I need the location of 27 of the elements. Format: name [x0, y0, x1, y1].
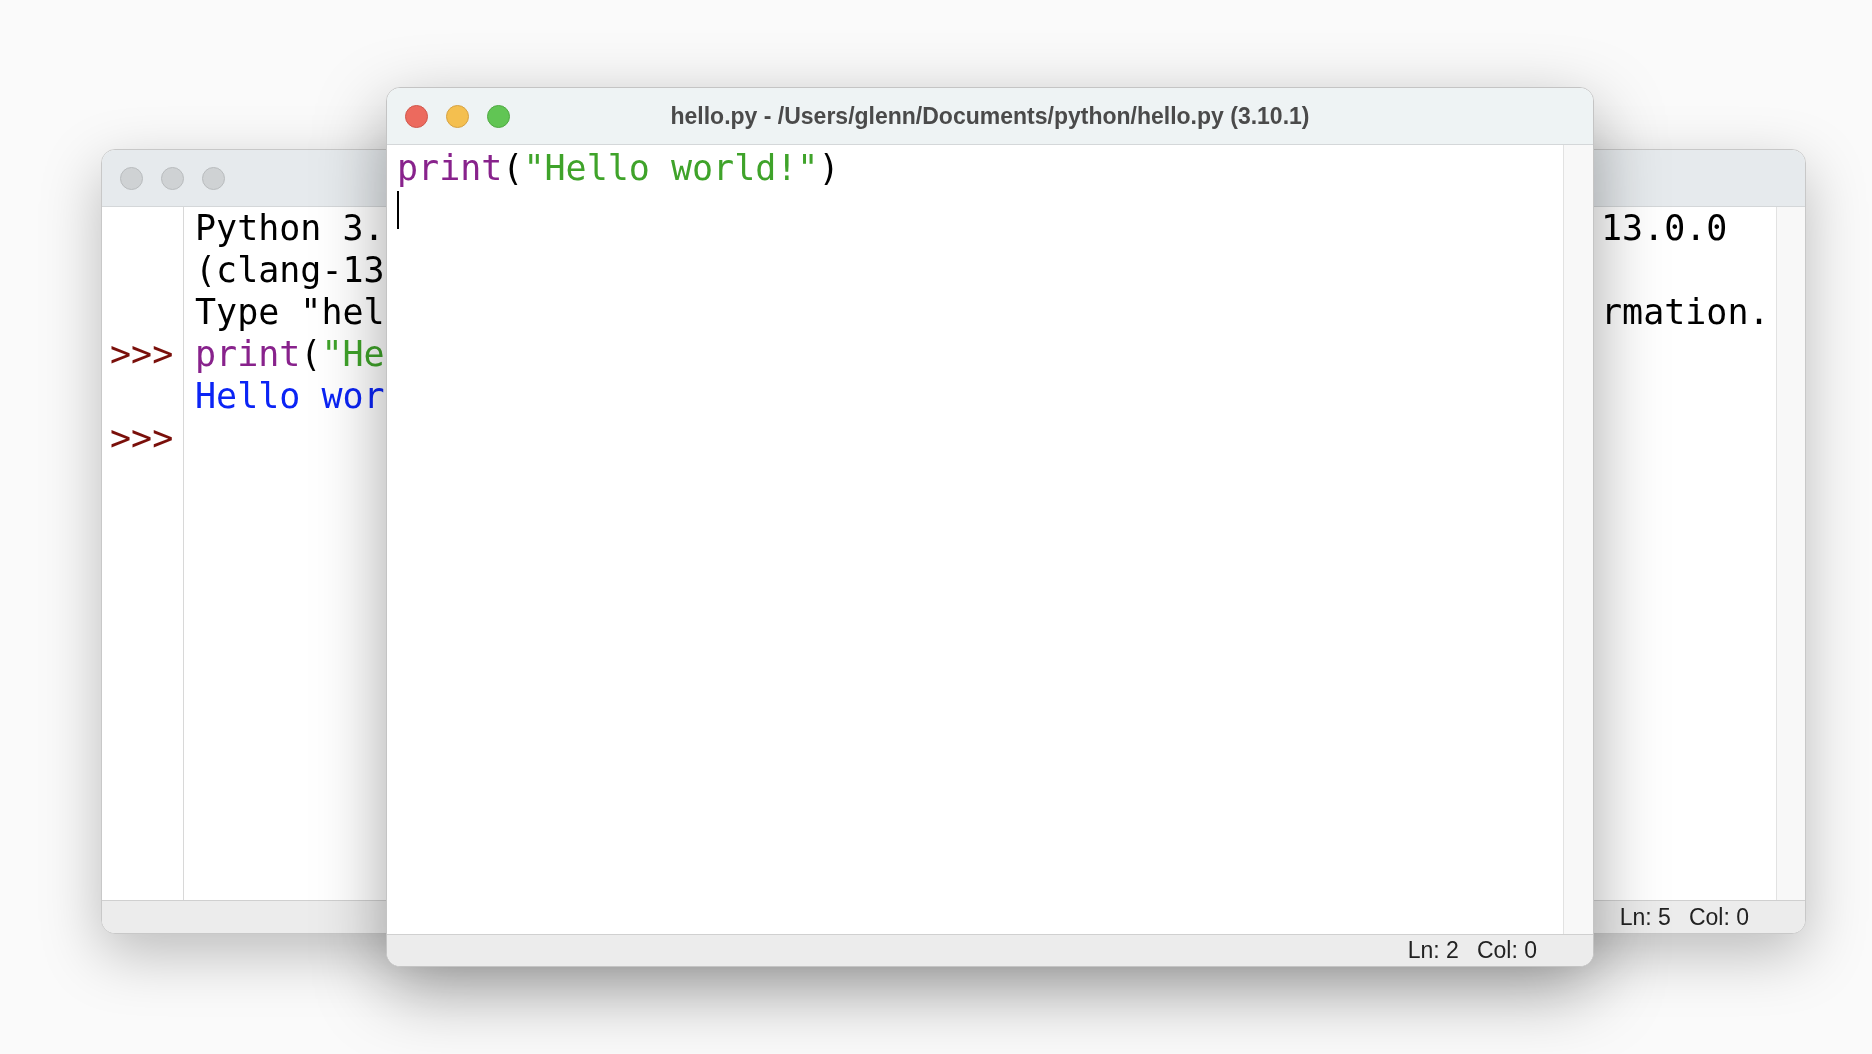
code-text: Hello wor [195, 375, 385, 417]
code-text: "Hello world!" [523, 147, 819, 189]
column-number-text: Col: 0 [1476, 936, 1537, 966]
column-number-text: Col: 0 [1688, 902, 1749, 932]
code-text: ) [818, 147, 840, 189]
line-number-text: Ln: 2 [1407, 936, 1459, 966]
code-text: (clang-13 [195, 249, 385, 291]
code-text: Type "hel [195, 291, 385, 333]
code-editor[interactable]: print("Hello world!") [387, 145, 1563, 934]
code-text: print [397, 147, 503, 189]
code-text: ( [300, 333, 322, 375]
zoom-button[interactable] [487, 104, 510, 128]
code-text: ( [502, 147, 524, 189]
code-text: 13.0.0 [1601, 208, 1728, 248]
code-text: "He [321, 333, 385, 375]
close-button[interactable] [405, 104, 428, 128]
close-button[interactable] [120, 166, 143, 190]
prompt-text: >>> [110, 334, 174, 374]
code-text: print [195, 333, 301, 375]
line-number-text: Ln: 5 [1619, 902, 1671, 932]
zoom-button[interactable] [202, 166, 225, 190]
code-text: rmation. [1601, 292, 1770, 332]
code-text: Python 3. [195, 207, 385, 249]
minimize-button[interactable] [446, 104, 469, 128]
prompt-text: >>> [110, 418, 174, 458]
window-title: hello.py - /Users/glenn/Documents/python/hello.py (3.10.1) [670, 101, 1310, 131]
minimize-button[interactable] [161, 166, 184, 190]
